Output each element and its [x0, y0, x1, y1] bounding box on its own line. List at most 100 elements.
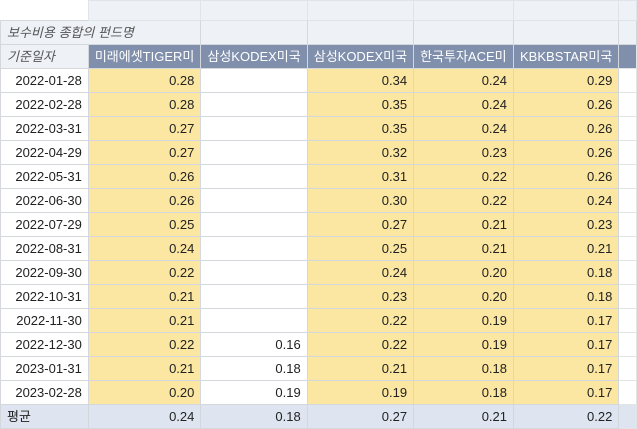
value-cell[interactable]: 0.19	[306, 380, 415, 405]
cell[interactable]	[87, 0, 202, 21]
value-cell[interactable]: 0.22	[87, 260, 202, 285]
value-cell[interactable]: 0.25	[306, 236, 415, 261]
value-cell[interactable]: 0.24	[413, 68, 515, 93]
value-cell[interactable]: 0.21	[87, 284, 202, 309]
value-cell[interactable]: 0.26	[513, 92, 620, 117]
value-cell[interactable]: 0.28	[87, 92, 202, 117]
value-cell[interactable]: 0.34	[306, 68, 415, 93]
value-cell[interactable]: 0.17	[513, 380, 620, 405]
cell[interactable]	[618, 44, 637, 69]
value-cell[interactable]: 0.32	[306, 140, 415, 165]
value-cell[interactable]: 0.24	[413, 116, 515, 141]
value-cell[interactable]: 0.21	[87, 308, 202, 333]
column-header[interactable]: 한국투자ACE미	[413, 44, 515, 69]
value-cell[interactable]: 0.22	[306, 332, 415, 357]
pivot-title-label[interactable]: 보수비용 종합의 펀드명	[0, 20, 202, 45]
cell[interactable]	[200, 0, 308, 21]
date-cell[interactable]: 2022-06-30	[0, 188, 89, 213]
value-cell[interactable]: 0.16	[200, 332, 308, 357]
value-cell[interactable]: 0.23	[513, 212, 620, 237]
value-cell[interactable]	[200, 284, 308, 309]
average-label[interactable]: 평균	[0, 404, 89, 429]
value-cell[interactable]	[200, 212, 308, 237]
cell[interactable]	[413, 20, 515, 45]
average-value-cell[interactable]: 0.22	[513, 404, 620, 429]
value-cell[interactable]	[200, 236, 308, 261]
column-header[interactable]: 미래에셋TIGER미	[87, 44, 202, 69]
date-cell[interactable]: 2022-02-28	[0, 92, 89, 117]
cell[interactable]	[618, 116, 637, 141]
date-cell[interactable]: 2022-08-31	[0, 236, 89, 261]
value-cell[interactable]: 0.18	[513, 284, 620, 309]
date-cell[interactable]: 2022-07-29	[0, 212, 89, 237]
cell[interactable]	[618, 356, 637, 381]
cell[interactable]	[618, 308, 637, 333]
value-cell[interactable]	[200, 140, 308, 165]
value-cell[interactable]: 0.17	[513, 308, 620, 333]
value-cell[interactable]: 0.19	[200, 380, 308, 405]
cell[interactable]	[513, 20, 620, 45]
value-cell[interactable]: 0.24	[413, 92, 515, 117]
date-cell[interactable]: 2022-09-30	[0, 260, 89, 285]
date-cell[interactable]: 2022-05-31	[0, 164, 89, 189]
average-value-cell[interactable]: 0.24	[87, 404, 202, 429]
average-value-cell[interactable]: 0.21	[413, 404, 515, 429]
cell[interactable]	[618, 236, 637, 261]
date-cell[interactable]: 2022-10-31	[0, 284, 89, 309]
average-value-cell[interactable]: 0.27	[306, 404, 415, 429]
value-cell[interactable]: 0.26	[513, 140, 620, 165]
cell[interactable]	[618, 188, 637, 213]
value-cell[interactable]: 0.27	[87, 140, 202, 165]
cell[interactable]	[413, 0, 515, 21]
value-cell[interactable]: 0.17	[513, 356, 620, 381]
date-cell[interactable]: 2022-12-30	[0, 332, 89, 357]
cell[interactable]	[306, 20, 415, 45]
value-cell[interactable]: 0.26	[87, 164, 202, 189]
value-cell[interactable]	[200, 164, 308, 189]
date-cell[interactable]: 2022-03-31	[0, 116, 89, 141]
cell[interactable]	[618, 260, 637, 285]
value-cell[interactable]: 0.31	[306, 164, 415, 189]
column-header[interactable]: KBKBSTAR미국	[513, 44, 620, 69]
value-cell[interactable]: 0.26	[513, 116, 620, 141]
cell[interactable]	[618, 380, 637, 405]
value-cell[interactable]: 0.21	[413, 236, 515, 261]
cell[interactable]	[618, 332, 637, 357]
cell[interactable]	[618, 68, 637, 93]
value-cell[interactable]: 0.19	[413, 308, 515, 333]
value-cell[interactable]: 0.24	[513, 188, 620, 213]
value-cell[interactable]: 0.18	[200, 356, 308, 381]
cell[interactable]	[618, 212, 637, 237]
cell[interactable]	[618, 92, 637, 117]
value-cell[interactable]: 0.29	[513, 68, 620, 93]
date-cell[interactable]: 2022-04-29	[0, 140, 89, 165]
value-cell[interactable]: 0.21	[513, 236, 620, 261]
value-cell[interactable]: 0.25	[87, 212, 202, 237]
cell[interactable]	[618, 164, 637, 189]
cell[interactable]	[513, 0, 620, 21]
row-field-label[interactable]: 기준일자	[0, 44, 89, 69]
value-cell[interactable]: 0.22	[413, 188, 515, 213]
date-cell[interactable]: 2022-01-28	[0, 68, 89, 93]
value-cell[interactable]	[200, 188, 308, 213]
value-cell[interactable]	[200, 308, 308, 333]
value-cell[interactable]: 0.23	[413, 140, 515, 165]
cell[interactable]	[618, 20, 637, 45]
value-cell[interactable]: 0.24	[306, 260, 415, 285]
value-cell[interactable]: 0.18	[413, 356, 515, 381]
cell[interactable]	[618, 284, 637, 309]
value-cell[interactable]: 0.35	[306, 92, 415, 117]
value-cell[interactable]: 0.22	[306, 308, 415, 333]
date-cell[interactable]: 2023-01-31	[0, 356, 89, 381]
value-cell[interactable]: 0.26	[87, 188, 202, 213]
value-cell[interactable]: 0.21	[306, 356, 415, 381]
cell[interactable]	[618, 0, 637, 21]
value-cell[interactable]	[200, 92, 308, 117]
value-cell[interactable]: 0.24	[87, 236, 202, 261]
cell[interactable]	[618, 404, 637, 429]
value-cell[interactable]: 0.19	[413, 332, 515, 357]
value-cell[interactable]: 0.27	[306, 212, 415, 237]
cell[interactable]	[200, 20, 308, 45]
cell[interactable]	[618, 140, 637, 165]
cell[interactable]	[0, 0, 89, 21]
